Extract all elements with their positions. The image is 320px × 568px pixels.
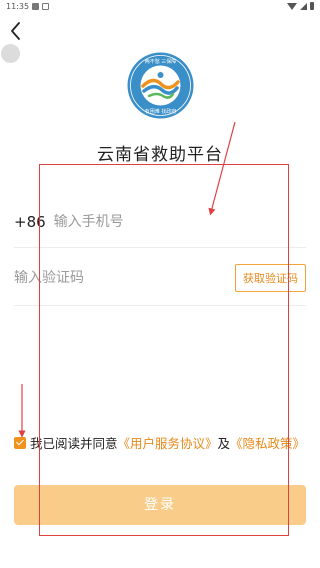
login-button[interactable]: 登录: [14, 485, 306, 525]
signal-icon: [300, 2, 307, 10]
agreement-checkbox[interactable]: [14, 437, 26, 449]
page-title: 云南省救助平台: [97, 145, 223, 165]
agreement-row: 我已阅读并同意《用户服务协议》及《隐私政策》: [14, 436, 306, 452]
app-logo: 两不愁 三保障 有困难 找政府: [127, 52, 194, 119]
notification-icon: [42, 3, 49, 10]
privacy-policy-link[interactable]: 《隐私政策》: [230, 436, 305, 451]
agreement-text: 我已阅读并同意: [30, 436, 118, 451]
code-field-row: 获取验证码: [14, 250, 306, 306]
login-page: 11:35 两不愁 三保障 有困难 找政府 云南省救助平台 +86 输入手机号 …: [0, 0, 320, 568]
back-arrow-icon: [11, 22, 20, 40]
phone-input[interactable]: [53, 213, 306, 230]
wifi-icon: [287, 2, 297, 10]
floating-assist-button[interactable]: [1, 44, 20, 63]
status-bar: 11:35: [0, 0, 320, 14]
status-time: 11:35: [6, 2, 30, 11]
country-code[interactable]: +86: [14, 213, 46, 231]
get-code-button[interactable]: 获取验证码: [235, 263, 306, 292]
logo-bottom-text: 有困难 找政府: [145, 108, 177, 115]
back-button[interactable]: [6, 20, 28, 42]
phone-field-row: +86: [14, 196, 306, 248]
user-agreement-link[interactable]: 《用户服务协议》: [118, 436, 218, 451]
agreement-and-text: 及: [217, 436, 231, 451]
verification-code-input[interactable]: [14, 269, 235, 286]
logo-top-text: 两不愁 三保障: [145, 58, 177, 65]
battery-icon: [310, 2, 314, 10]
status-indicators: [287, 2, 314, 10]
notification-icon: [32, 3, 39, 10]
